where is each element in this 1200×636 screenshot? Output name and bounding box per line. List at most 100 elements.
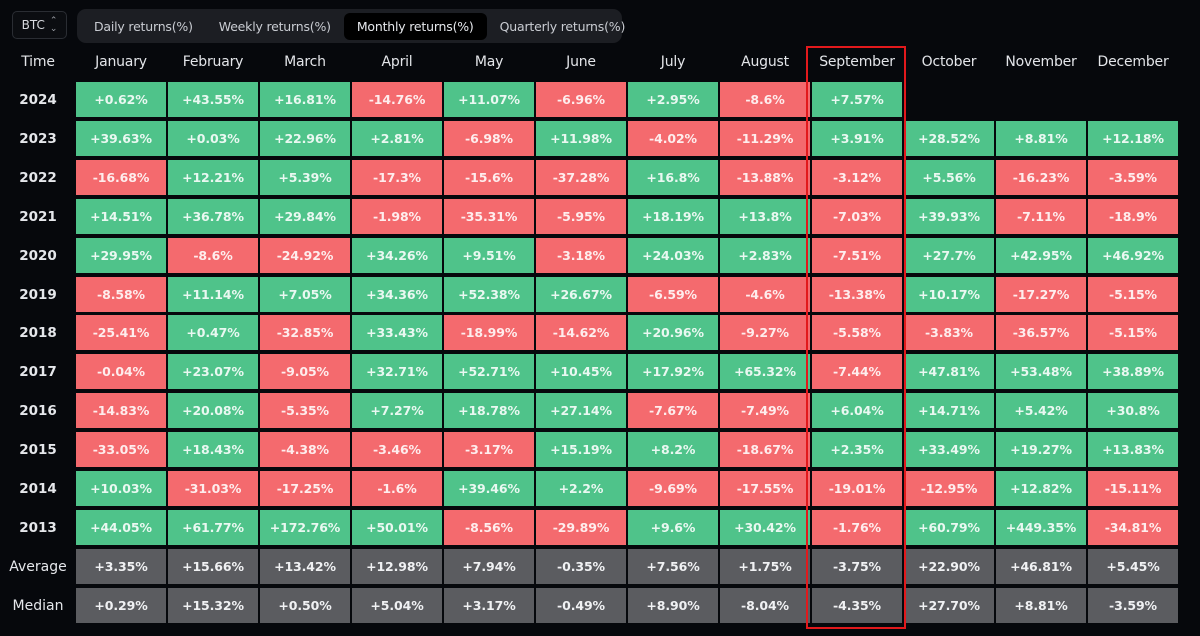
column-header-january[interactable]: January bbox=[76, 46, 166, 78]
return-cell: +23.07% bbox=[168, 354, 258, 389]
return-cell: +6.04% bbox=[812, 393, 902, 428]
column-header-may[interactable]: May bbox=[444, 46, 534, 78]
return-cell: +38.89% bbox=[1088, 354, 1178, 389]
return-cell: -6.98% bbox=[444, 121, 534, 156]
column-header-august[interactable]: August bbox=[720, 46, 810, 78]
return-cell: +12.18% bbox=[1088, 121, 1178, 156]
column-header-march[interactable]: March bbox=[260, 46, 350, 78]
return-cell: -35.31% bbox=[444, 199, 534, 234]
return-cell: -18.9% bbox=[1088, 199, 1178, 234]
return-cell: +5.56% bbox=[904, 160, 994, 195]
return-cell: +7.27% bbox=[352, 393, 442, 428]
average-cell: -3.75% bbox=[812, 549, 902, 584]
return-cell: +42.95% bbox=[996, 238, 1086, 273]
tab-quarterly-returns[interactable]: Quarterly returns(%) bbox=[487, 13, 639, 40]
return-cell: -17.3% bbox=[352, 160, 442, 195]
column-header-april[interactable]: April bbox=[352, 46, 442, 78]
row-label-2019: 2019 bbox=[19, 286, 57, 303]
row-label-2016: 2016 bbox=[19, 402, 57, 419]
return-cell: -6.96% bbox=[536, 82, 626, 117]
return-cell: +29.95% bbox=[76, 238, 166, 273]
return-cell: +30.8% bbox=[1088, 393, 1178, 428]
return-cell: -18.99% bbox=[444, 315, 534, 350]
return-cell: +2.83% bbox=[720, 238, 810, 273]
return-cell: -9.05% bbox=[260, 354, 350, 389]
return-cell: +9.6% bbox=[628, 510, 718, 545]
return-cell: -33.05% bbox=[76, 432, 166, 467]
return-cell: +65.32% bbox=[720, 354, 810, 389]
asset-select[interactable]: BTC ⌃ ⌄ bbox=[12, 11, 67, 39]
return-cell: -4.38% bbox=[260, 432, 350, 467]
return-cell: +16.8% bbox=[628, 160, 718, 195]
return-cell: +33.49% bbox=[904, 432, 994, 467]
average-cell: +22.90% bbox=[904, 549, 994, 584]
average-cell: +15.66% bbox=[168, 549, 258, 584]
column-header-december[interactable]: December bbox=[1088, 46, 1178, 78]
return-cell: +46.92% bbox=[1088, 238, 1178, 273]
return-cell: +7.05% bbox=[260, 277, 350, 312]
return-cell: +13.83% bbox=[1088, 432, 1178, 467]
return-cell: +50.01% bbox=[352, 510, 442, 545]
column-header-june[interactable]: June bbox=[536, 46, 626, 78]
column-header-november[interactable]: November bbox=[996, 46, 1086, 78]
median-cell: -4.35% bbox=[812, 588, 902, 623]
return-cell: +18.43% bbox=[168, 432, 258, 467]
row-label-2024: 2024 bbox=[19, 91, 57, 108]
return-cell: +39.46% bbox=[444, 471, 534, 506]
row-label-average: Average bbox=[9, 558, 67, 575]
row-label-2017: 2017 bbox=[19, 363, 57, 380]
return-cell: +22.96% bbox=[260, 121, 350, 156]
column-header-february[interactable]: February bbox=[168, 46, 258, 78]
return-cell: +449.35% bbox=[996, 510, 1086, 545]
row-label-2015: 2015 bbox=[19, 441, 57, 458]
return-cell: +9.51% bbox=[444, 238, 534, 273]
row-label-median: Median bbox=[12, 597, 64, 614]
average-cell: +46.81% bbox=[996, 549, 1086, 584]
return-cell: -14.76% bbox=[352, 82, 442, 117]
return-cell: +15.19% bbox=[536, 432, 626, 467]
return-cell: -14.83% bbox=[76, 393, 166, 428]
column-header-september[interactable]: September bbox=[812, 46, 902, 78]
return-cell: +30.42% bbox=[720, 510, 810, 545]
return-cell: +32.71% bbox=[352, 354, 442, 389]
return-cell: +8.81% bbox=[996, 121, 1086, 156]
return-cell: +2.2% bbox=[536, 471, 626, 506]
average-cell: -0.35% bbox=[536, 549, 626, 584]
return-cell: +0.47% bbox=[168, 315, 258, 350]
return-cell: +17.92% bbox=[628, 354, 718, 389]
column-header-october[interactable]: October bbox=[904, 46, 994, 78]
return-cell: -0.04% bbox=[76, 354, 166, 389]
return-cell: +39.63% bbox=[76, 121, 166, 156]
return-cell: -7.11% bbox=[996, 199, 1086, 234]
return-cell: -8.56% bbox=[444, 510, 534, 545]
return-cell: +20.08% bbox=[168, 393, 258, 428]
return-cell: +36.78% bbox=[168, 199, 258, 234]
tab-monthly-returns[interactable]: Monthly returns(%) bbox=[343, 12, 487, 40]
return-cell: +7.57% bbox=[812, 82, 902, 117]
average-cell: +7.56% bbox=[628, 549, 718, 584]
return-cell: -31.03% bbox=[168, 471, 258, 506]
return-cell: -5.95% bbox=[536, 199, 626, 234]
median-cell: +3.17% bbox=[444, 588, 534, 623]
return-cell: -15.6% bbox=[444, 160, 534, 195]
return-cell: -16.23% bbox=[996, 160, 1086, 195]
return-cell: +60.79% bbox=[904, 510, 994, 545]
return-cell: -15.11% bbox=[1088, 471, 1178, 506]
return-cell: +11.14% bbox=[168, 277, 258, 312]
column-header-july[interactable]: July bbox=[628, 46, 718, 78]
median-cell: +8.90% bbox=[628, 588, 718, 623]
tab-daily-returns[interactable]: Daily returns(%) bbox=[81, 13, 206, 40]
row-label-2014: 2014 bbox=[19, 480, 57, 497]
return-cell: +13.8% bbox=[720, 199, 810, 234]
return-cell: -7.49% bbox=[720, 393, 810, 428]
return-cell: +2.95% bbox=[628, 82, 718, 117]
return-cell: -17.55% bbox=[720, 471, 810, 506]
return-cell: +52.71% bbox=[444, 354, 534, 389]
updown-chevron-icon: ⌃ ⌄ bbox=[49, 16, 58, 34]
return-cell: +27.7% bbox=[904, 238, 994, 273]
return-cell: +33.43% bbox=[352, 315, 442, 350]
row-label-2018: 2018 bbox=[19, 324, 57, 341]
median-cell: -0.49% bbox=[536, 588, 626, 623]
return-cell: -1.76% bbox=[812, 510, 902, 545]
tab-weekly-returns[interactable]: Weekly returns(%) bbox=[206, 13, 344, 40]
